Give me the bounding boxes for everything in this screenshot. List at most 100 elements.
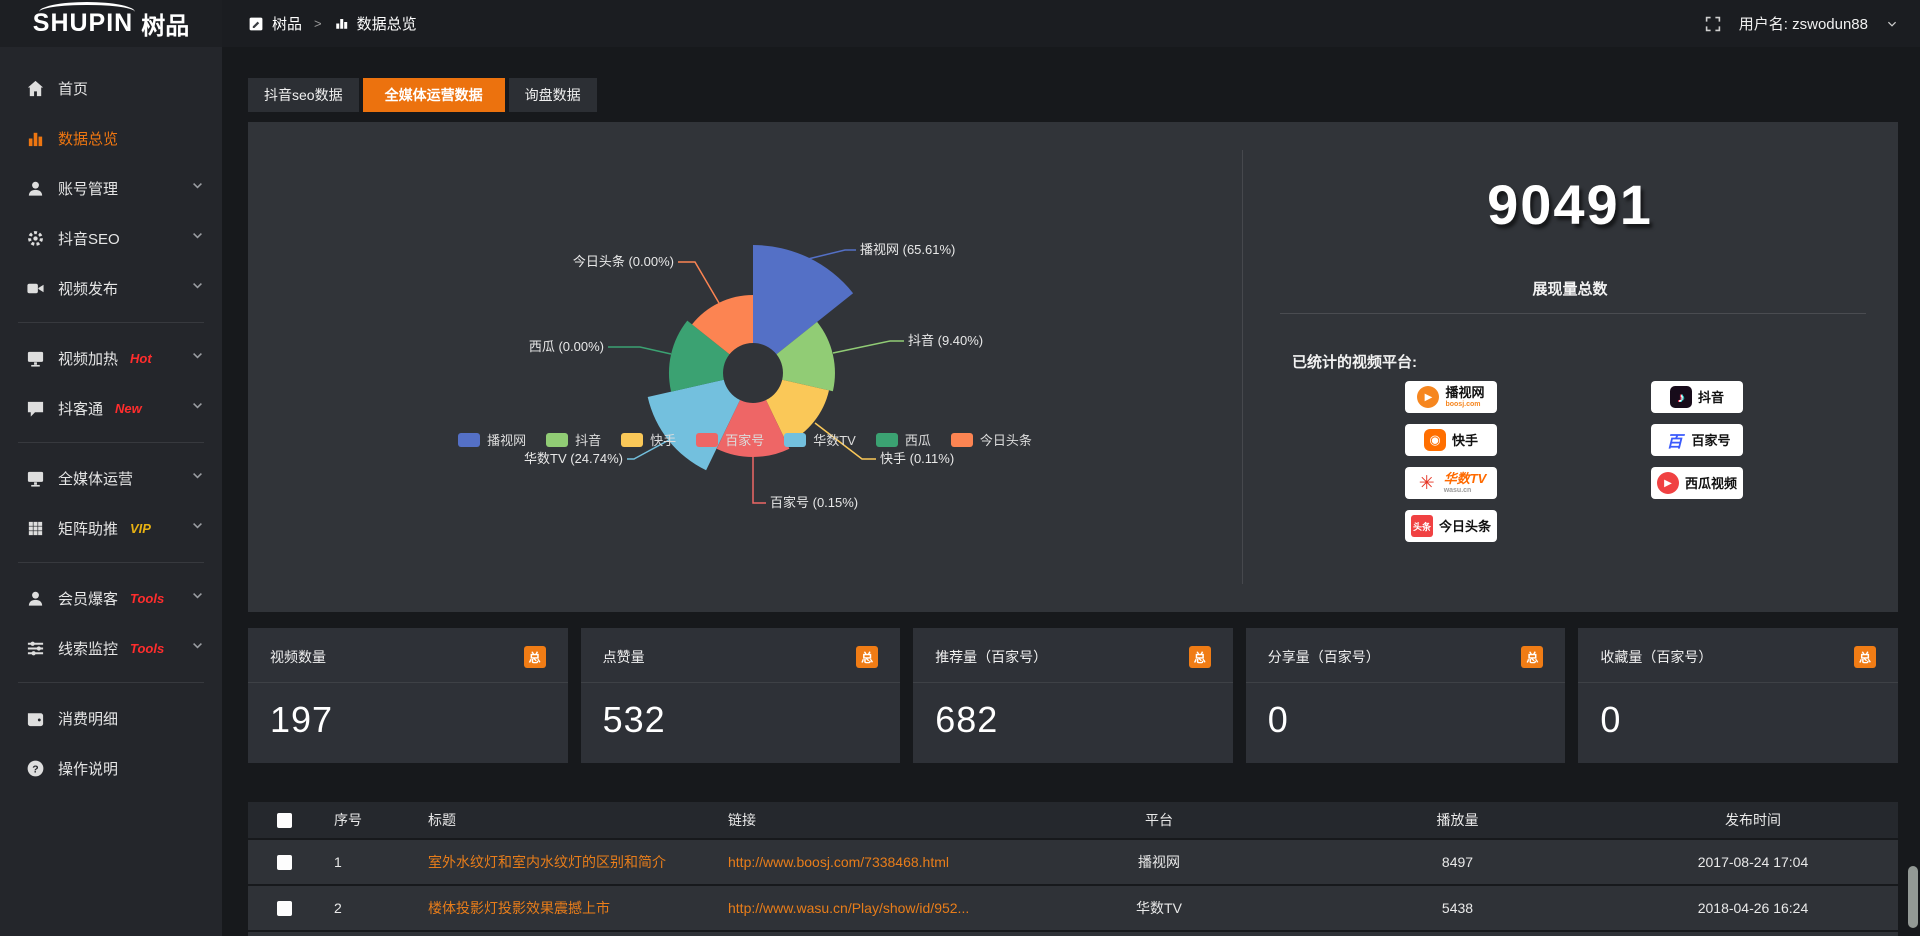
- platform-badge-name: 播视网: [1445, 386, 1484, 399]
- monitor-icon: [26, 469, 45, 488]
- total-badge[interactable]: 总: [1521, 646, 1543, 668]
- row-checkbox[interactable]: [277, 901, 292, 916]
- cell-index: 2: [321, 900, 416, 916]
- sidebar-item-label: 会员爆客: [58, 588, 118, 609]
- logo-arc-decoration: [39, 2, 135, 12]
- sidebar-item-首页[interactable]: 首页: [0, 63, 222, 113]
- legend-label: 华数TV: [813, 430, 856, 449]
- stat-card-value: 0: [1246, 683, 1566, 741]
- chevron-down-icon: [191, 179, 204, 197]
- svg-text:?: ?: [32, 764, 38, 775]
- sidebar-item-线索监控[interactable]: 线索监控Tools: [0, 623, 222, 673]
- user-icon: [26, 179, 45, 198]
- app-logo[interactable]: SHUPIN 树品: [0, 0, 222, 47]
- douyin-logo-icon: ♪: [1670, 386, 1692, 408]
- legend-swatch: [696, 433, 718, 447]
- cell-platform: 华数TV: [1011, 898, 1307, 918]
- legend-item-播视网[interactable]: 播视网: [458, 430, 526, 449]
- sidebar-item-视频加热[interactable]: 视频加热Hot: [0, 333, 222, 383]
- total-badge[interactable]: 总: [1189, 646, 1211, 668]
- platform-badge-百家号: 百百家号: [1651, 424, 1743, 456]
- platform-badge-column: ♪抖音百百家号▶西瓜视频: [1638, 381, 1733, 499]
- stat-card-收藏量（百家号）: 收藏量（百家号） 总 0: [1578, 628, 1898, 763]
- pie-label: 华数TV (24.74%): [524, 451, 623, 466]
- stat-card-value: 0: [1578, 683, 1898, 741]
- sidebar-item-数据总览[interactable]: 数据总览: [0, 113, 222, 163]
- video-title-link[interactable]: 楼体投影灯投影效果震撼上市: [428, 900, 610, 916]
- breadcrumb-current[interactable]: 数据总览: [357, 13, 417, 34]
- total-badge[interactable]: 总: [1854, 646, 1876, 668]
- legend-item-华数TV[interactable]: 华数TV: [784, 430, 856, 449]
- wasu-logo-icon: ✳: [1416, 472, 1438, 494]
- logo-cjk-text: 树品: [141, 6, 189, 41]
- cell-views: 5438: [1307, 900, 1608, 916]
- video-url-link[interactable]: http://www.wasu.cn/Play/show/id/952...: [728, 900, 969, 916]
- sidebar-item-操作说明[interactable]: ?操作说明: [0, 743, 222, 793]
- sidebar-item-label: 消费明细: [58, 708, 118, 729]
- user-menu[interactable]: 用户名: zswodun88: [1739, 13, 1868, 34]
- total-badge[interactable]: 总: [524, 646, 546, 668]
- select-all-checkbox[interactable]: [277, 813, 292, 828]
- sidebar-item-矩阵助推[interactable]: 矩阵助推 VIP: [0, 503, 222, 553]
- video-url-link[interactable]: http://www.boosj.com/7338468.html: [728, 854, 949, 870]
- legend-item-今日头条[interactable]: 今日头条: [951, 430, 1032, 449]
- username-label: 用户名:: [1739, 16, 1788, 33]
- monitor-icon: [26, 349, 45, 368]
- tab-全媒体运营数据[interactable]: 全媒体运营数据: [363, 78, 505, 112]
- scrollbar-thumb[interactable]: [1908, 866, 1918, 928]
- legend-item-百家号[interactable]: 百家号: [696, 430, 764, 449]
- legend-label: 播视网: [487, 430, 526, 449]
- sidebar-item-抖客通[interactable]: 抖客通New: [0, 383, 222, 433]
- pie-slice-华数TV[interactable]: [648, 380, 740, 471]
- sidebar-divider: [18, 562, 204, 563]
- chevron-down-icon: [191, 279, 204, 297]
- sidebar-divider: [18, 322, 204, 323]
- chevron-down-icon: [191, 399, 204, 417]
- column-header-发布时间: 发布时间: [1608, 810, 1898, 830]
- table-row: 2 楼体投影灯投影效果震撼上市 http://www.wasu.cn/Play/…: [248, 884, 1898, 930]
- row-checkbox[interactable]: [277, 855, 292, 870]
- sidebar-item-全媒体运营[interactable]: 全媒体运营: [0, 453, 222, 503]
- stat-card-点赞量: 点赞量 总 532: [581, 628, 901, 763]
- sidebar-item-会员爆客[interactable]: 会员爆客Tools: [0, 573, 222, 623]
- breadcrumb-root[interactable]: 树品: [272, 13, 302, 34]
- sidebar-divider: [18, 442, 204, 443]
- pie-label-line: [753, 457, 766, 503]
- legend-item-快手[interactable]: 快手: [621, 430, 676, 449]
- video-title-link[interactable]: 室外水纹灯和室内水纹灯的区别和简介: [428, 854, 666, 870]
- sidebar-item-label: 矩阵助推: [58, 518, 118, 539]
- sidebar-item-消费明细[interactable]: 消费明细: [0, 693, 222, 743]
- column-header-标题: 标题: [416, 810, 716, 830]
- breadcrumb-separator: >: [314, 16, 322, 31]
- videos-table: 序号标题链接平台播放量发布时间 1 室外水纹灯和室内水纹灯的区别和简介 http…: [248, 802, 1898, 936]
- chevron-down-icon: [191, 639, 204, 657]
- sidebar-item-label: 数据总览: [58, 128, 118, 149]
- chevron-down-icon: [191, 589, 204, 607]
- legend-item-抖音[interactable]: 抖音: [546, 430, 601, 449]
- chat-icon: [26, 399, 45, 418]
- pie-label: 快手 (0.11%): [880, 451, 954, 466]
- legend-label: 今日头条: [980, 430, 1032, 449]
- sidebar-item-label: 视频发布: [58, 278, 118, 299]
- wallet-icon: [26, 709, 45, 728]
- chevron-down-icon[interactable]: [1886, 18, 1898, 30]
- tab-询盘数据[interactable]: 询盘数据: [509, 78, 597, 112]
- tab-抖音seo数据[interactable]: 抖音seo数据: [248, 78, 359, 112]
- sidebar-item-账号管理[interactable]: 账号管理: [0, 163, 222, 213]
- sidebar: 首页数据总览账号管理抖音SEO视频发布视频加热Hot抖客通New全媒体运营矩阵助…: [0, 47, 222, 936]
- sliders-icon: [26, 639, 45, 658]
- pie-label: 百家号 (0.15%): [770, 495, 858, 510]
- platform-badge-西瓜视频: ▶西瓜视频: [1651, 467, 1743, 499]
- platform-badge-name: 百家号: [1691, 434, 1730, 447]
- sidebar-item-抖音SEO[interactable]: 抖音SEO: [0, 213, 222, 263]
- username-value: zswodun88: [1792, 16, 1868, 33]
- fullscreen-icon[interactable]: [1705, 16, 1721, 32]
- sidebar-item-视频发布[interactable]: 视频发布: [0, 263, 222, 313]
- total-badge[interactable]: 总: [856, 646, 878, 668]
- impressions-summary: 90491 展现量总数 已统计的视频平台: ▶播视网boosj.com◉快手✳华…: [1242, 122, 1898, 612]
- legend-item-西瓜[interactable]: 西瓜: [876, 430, 931, 449]
- sidebar-item-badge: VIP: [130, 521, 151, 536]
- platform-badge-name: 快手: [1452, 434, 1478, 447]
- total-impressions-value: 90491: [1242, 172, 1898, 237]
- pie-label: 西瓜 (0.00%): [529, 339, 604, 354]
